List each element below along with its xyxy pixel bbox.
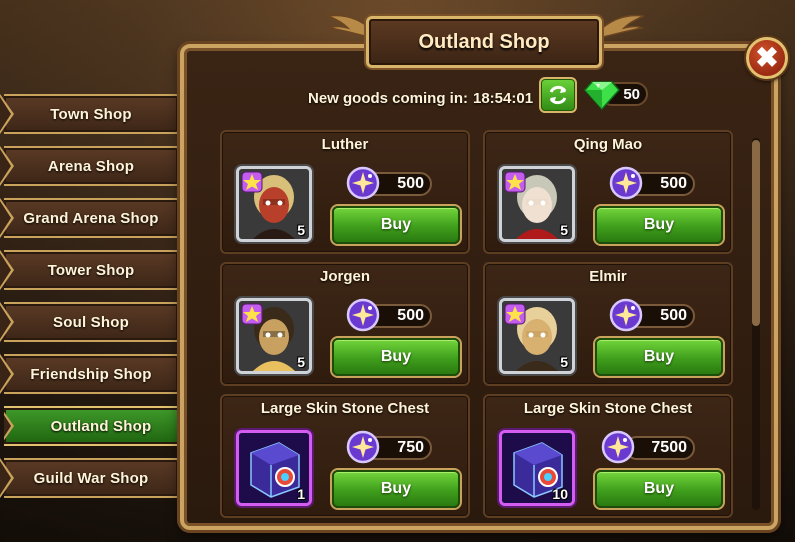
shop-item-card: Large Skin Stone Chest 10 7500 Buy [483, 394, 733, 518]
item-portrait[interactable]: 5 [236, 298, 312, 374]
tab-guild-war-shop[interactable]: Guild War Shop [0, 458, 180, 498]
item-price: 500 [397, 307, 424, 324]
buy-button-label: Buy [380, 480, 412, 497]
tab-grand-arena-shop[interactable]: Grand Arena Shop [0, 198, 180, 238]
tab-label: Guild War Shop [33, 469, 149, 487]
item-price: 500 [660, 307, 687, 324]
tab-soul-shop[interactable]: Soul Shop [0, 302, 180, 342]
item-name: Large Skin Stone Chest [260, 400, 430, 417]
buy-button-label: Buy [380, 348, 412, 365]
item-name: Jorgen [319, 268, 370, 285]
buy-button-label: Buy [643, 480, 675, 497]
timer-label: New goods coming in: [308, 89, 468, 107]
item-quantity: 10 [552, 486, 568, 502]
gem-count: 50 [623, 85, 640, 103]
buy-button[interactable]: Buy [332, 338, 460, 376]
tab-tower-shop[interactable]: Tower Shop [0, 250, 180, 290]
buy-button[interactable]: Buy [332, 206, 460, 244]
tab-arena-shop[interactable]: Arena Shop [0, 146, 180, 186]
outland-coin-icon [346, 166, 380, 200]
outland-coin-icon [601, 430, 635, 464]
buy-button[interactable]: Buy [595, 470, 723, 508]
close-button[interactable]: ✖ [746, 37, 788, 79]
shop-title: Outland Shop [418, 30, 550, 53]
restock-timer: New goods coming in: 18:54:01 [308, 86, 533, 110]
item-quantity: 5 [560, 354, 568, 370]
tab-label: Outland Shop [50, 417, 152, 435]
star-rank-icon [504, 303, 526, 325]
tab-label: Tower Shop [47, 261, 135, 279]
refresh-icon [549, 85, 567, 105]
buy-button-label: Buy [643, 216, 675, 233]
buy-button-label: Buy [643, 348, 675, 365]
item-quantity: 5 [297, 354, 305, 370]
shop-title-plate: Outland Shop [366, 16, 602, 68]
outland-coin-icon [609, 166, 643, 200]
item-price: 7500 [651, 439, 687, 456]
star-rank-icon [241, 303, 263, 325]
buy-button-label: Buy [380, 216, 412, 233]
refresh-button[interactable] [539, 77, 577, 113]
scrollbar[interactable] [752, 138, 760, 510]
shop-item-card: Luther 5 500 Buy [220, 130, 470, 254]
item-name: Qing Mao [573, 136, 643, 153]
item-quantity: 5 [560, 222, 568, 238]
price-pill: 7500 [625, 436, 695, 460]
item-quantity: 5 [297, 222, 305, 238]
tab-friendship-shop[interactable]: Friendship Shop [0, 354, 180, 394]
item-portrait[interactable]: 1 [236, 430, 312, 506]
item-quantity: 1 [297, 486, 305, 502]
item-name: Luther [321, 136, 369, 153]
tab-label: Grand Arena Shop [23, 209, 159, 227]
timer-value: 18:54:01 [473, 89, 534, 107]
outland-coin-icon [346, 298, 380, 332]
star-rank-icon [241, 171, 263, 193]
item-price: 750 [397, 439, 424, 456]
item-portrait[interactable]: 5 [499, 166, 575, 242]
scrollbar-thumb[interactable] [752, 140, 760, 326]
item-price: 500 [660, 175, 687, 192]
emerald-gem-icon [584, 81, 620, 110]
item-name: Large Skin Stone Chest [523, 400, 693, 417]
right-wing-ornament [598, 14, 645, 38]
shop-item-card: Large Skin Stone Chest 1 750 Buy [220, 394, 470, 518]
outland-coin-icon [609, 298, 643, 332]
shop-item-card: Elmir 5 500 Buy [483, 262, 733, 386]
item-portrait[interactable]: 5 [236, 166, 312, 242]
buy-button[interactable]: Buy [332, 470, 460, 508]
close-icon: ✖ [755, 42, 779, 73]
tab-outland-shop[interactable]: Outland Shop [4, 406, 200, 446]
tab-label: Friendship Shop [30, 365, 152, 383]
item-name: Elmir [589, 268, 627, 285]
buy-button[interactable]: Buy [595, 338, 723, 376]
shop-item-card: Jorgen 5 500 Buy [220, 262, 470, 386]
tab-label: Town Shop [50, 105, 132, 123]
item-price: 500 [397, 175, 424, 192]
item-portrait[interactable]: 5 [499, 298, 575, 374]
shop-item-card: Qing Mao 5 500 Buy [483, 130, 733, 254]
tab-label: Soul Shop [53, 313, 129, 331]
star-rank-icon [504, 171, 526, 193]
tab-town-shop[interactable]: Town Shop [0, 94, 180, 134]
item-portrait[interactable]: 10 [499, 430, 575, 506]
outland-coin-icon [346, 430, 380, 464]
buy-button[interactable]: Buy [595, 206, 723, 244]
tab-label: Arena Shop [47, 157, 135, 175]
